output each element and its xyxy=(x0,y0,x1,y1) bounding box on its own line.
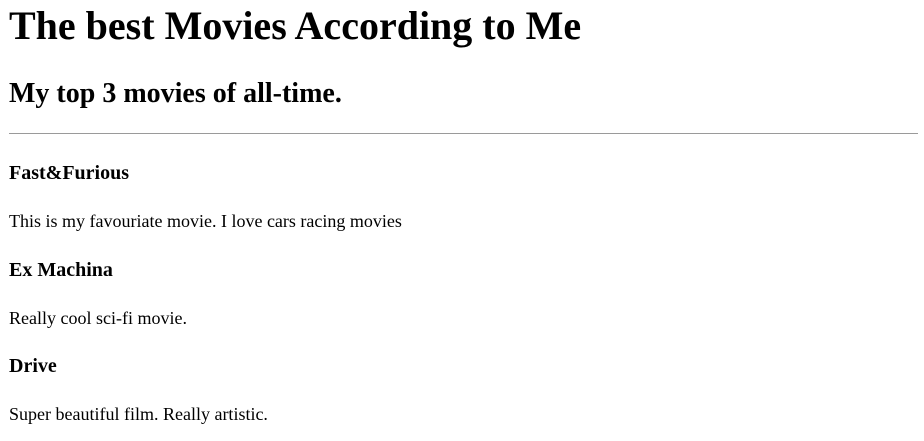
page-title: The best Movies According to Me xyxy=(9,3,582,48)
movie-description-drive: Super beautiful film. Really artistic. xyxy=(9,404,268,424)
movie-title-fast-furious: Fast&Furious xyxy=(9,162,129,184)
page-subtitle: My top 3 movies of all-time. xyxy=(9,78,342,109)
movie-title-drive: Drive xyxy=(9,355,57,377)
page: The best Movies According to Me My top 3… xyxy=(0,0,924,441)
movie-title-ex-machina: Ex Machina xyxy=(9,259,113,281)
movie-description-fast-furious: This is my favouriate movie. I love cars… xyxy=(9,211,402,231)
divider xyxy=(9,133,918,134)
movie-description-ex-machina: Really cool sci-fi movie. xyxy=(9,308,187,328)
